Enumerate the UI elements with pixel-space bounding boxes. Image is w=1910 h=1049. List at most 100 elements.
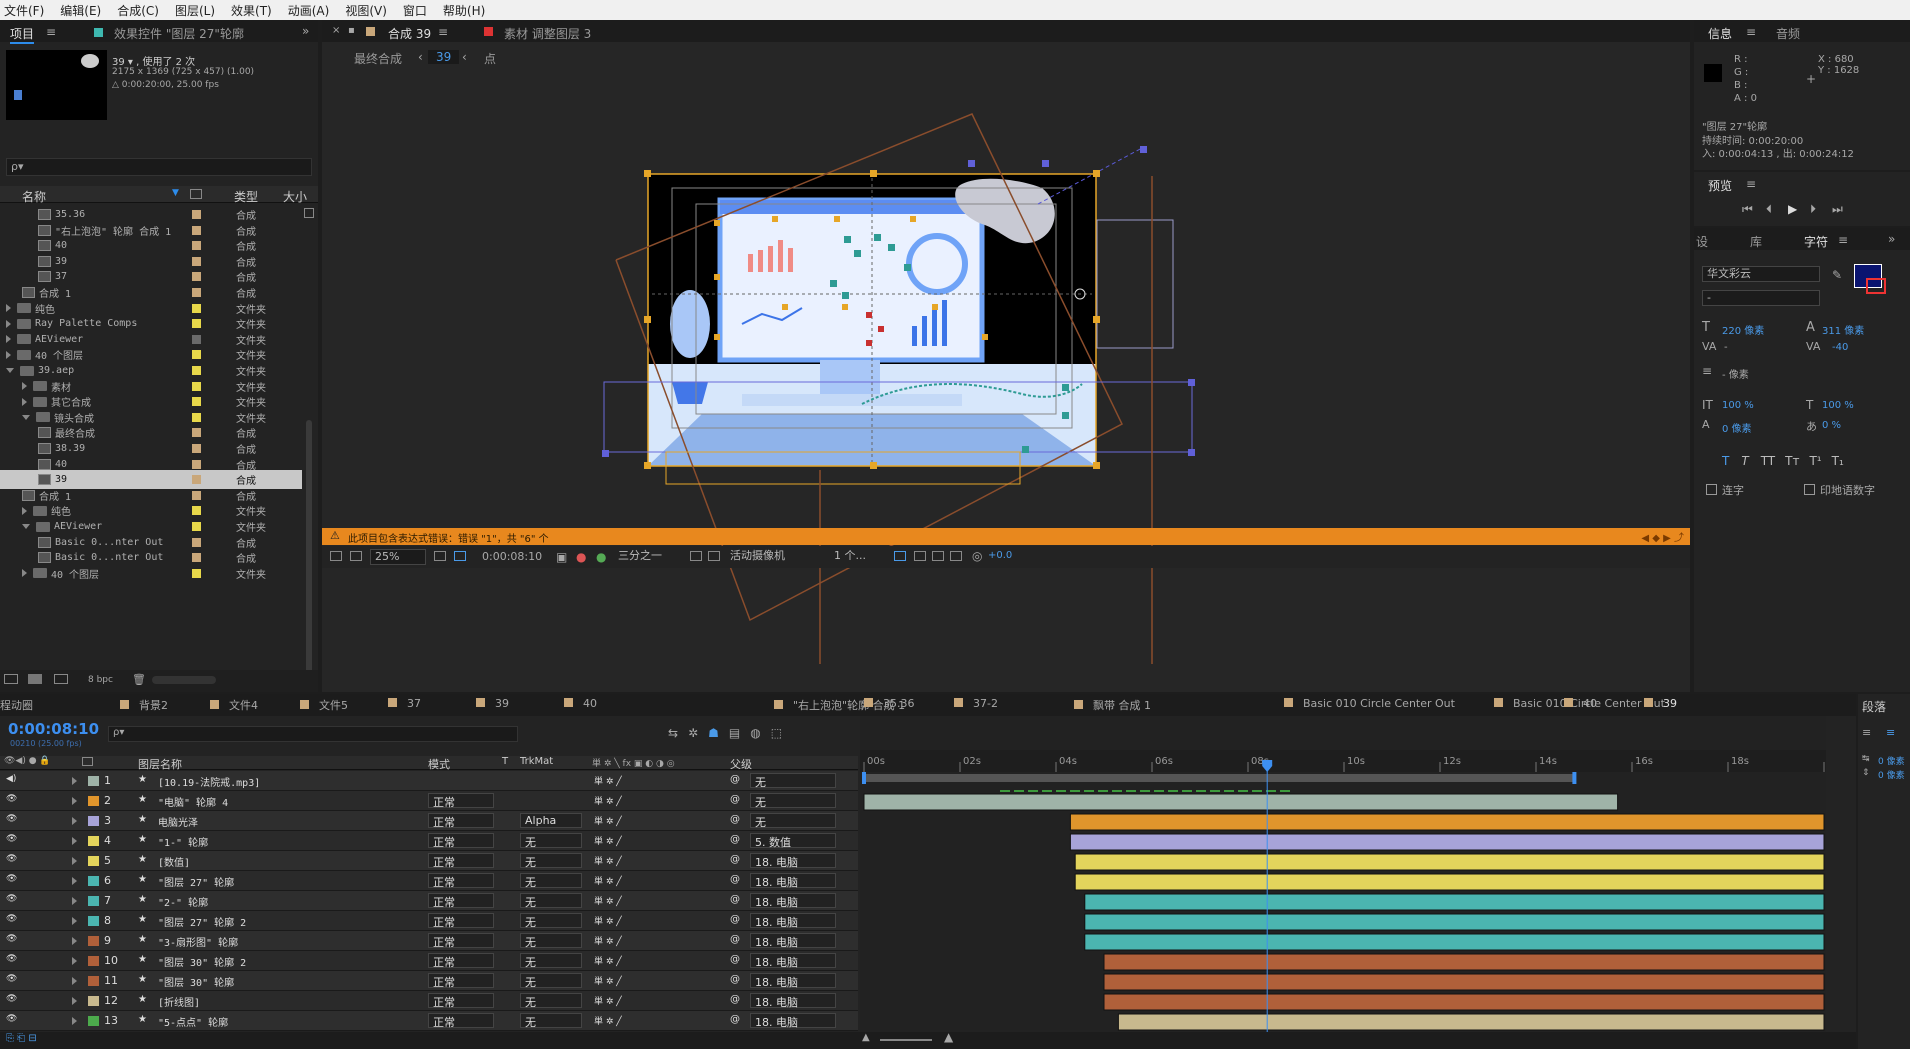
label-swatch[interactable] — [88, 816, 99, 826]
expand-icon[interactable]: » — [1888, 232, 1895, 246]
eye-icon[interactable]: 👁 — [6, 934, 17, 944]
eye-icon[interactable]: 👁 — [6, 834, 17, 844]
menu-icon[interactable]: ≡ — [46, 25, 56, 39]
parent-select[interactable]: 18. 电脑 — [750, 1013, 836, 1029]
label-swatch[interactable] — [192, 568, 201, 578]
layer-bar[interactable] — [1084, 933, 1825, 951]
kerning[interactable]: - — [1724, 342, 1728, 353]
layer-switches[interactable]: 単 ✲ ╱ — [594, 834, 622, 847]
label-swatch[interactable] — [192, 412, 201, 422]
timeline-tab[interactable]: 背景2 — [120, 697, 168, 713]
thumb-slider[interactable] — [152, 676, 216, 684]
label-swatch[interactable] — [192, 303, 201, 313]
layer-row[interactable]: 👁 3 ★ 电脑光泽 正常 Alpha 単 ✲ ╱ @ 无 — [0, 811, 858, 831]
parent-select[interactable]: 无 — [750, 813, 836, 829]
trkmat-select[interactable]: 无 — [520, 853, 582, 869]
mode-select[interactable]: 正常 — [428, 893, 494, 909]
expand-icon[interactable] — [72, 977, 77, 985]
eye-icon[interactable]: 👁 — [6, 894, 17, 904]
timeline-tab[interactable]: 37-2 — [954, 697, 998, 710]
camera-select[interactable]: 活动摄像机 — [726, 549, 824, 565]
stroke-width[interactable]: - 像素 — [1722, 366, 1749, 381]
exposure-value[interactable]: +0.0 — [988, 550, 1012, 561]
project-item[interactable]: 40 个图层 文件夹 — [0, 564, 302, 583]
layer-switches[interactable]: 単 ✲ ╱ — [594, 994, 622, 1007]
layer-switches[interactable]: 単 ✲ ╱ — [594, 794, 622, 807]
trkmat-select[interactable]: 无 — [520, 953, 582, 969]
tab-footage[interactable]: 素材 调整图层 3 — [504, 25, 591, 42]
timeline-tab[interactable]: 文件5 — [300, 697, 348, 713]
parent-select[interactable]: 18. 电脑 — [750, 953, 836, 969]
menu-icon[interactable]: ≡ — [1746, 25, 1756, 39]
trkmat-select[interactable]: 无 — [520, 973, 582, 989]
timeline-tab[interactable]: 39 — [476, 697, 509, 710]
layer-row[interactable]: 👁 11 ★ "图层 30" 轮廓 正常 无単 ✲ ╱ @18. 电脑 — [0, 971, 858, 991]
label-swatch[interactable] — [192, 350, 201, 360]
mode-select[interactable]: 正常 — [428, 873, 494, 889]
tab-preview[interactable]: 预览 — [1708, 177, 1732, 194]
mode-select[interactable]: 正常 — [428, 813, 494, 829]
current-time[interactable]: 0:00:08:10 — [8, 720, 99, 738]
label-swatch[interactable] — [88, 856, 99, 866]
trkmat-select[interactable]: 无 — [520, 1013, 582, 1029]
eye-icon[interactable]: 👁 — [6, 814, 17, 824]
scrollbar[interactable] — [306, 420, 312, 680]
tab-info[interactable]: 信息 — [1708, 25, 1732, 42]
draft-3d-icon[interactable]: ✲ — [688, 726, 698, 740]
render-icon[interactable] — [914, 551, 926, 561]
align-left-icon[interactable]: ≡ — [1862, 726, 1871, 739]
zoom-select[interactable]: 25% — [370, 549, 426, 565]
layer-row[interactable]: ◀) 1 ★ [10.19-法院戒.mp3] 単 ✲ ╱ @ 无 — [0, 771, 858, 791]
search-input[interactable]: ρ▾ — [6, 158, 312, 176]
trkmat-select[interactable]: 无 — [520, 913, 582, 929]
hindi-digits-checkbox[interactable] — [1804, 484, 1815, 495]
label-swatch[interactable] — [192, 428, 201, 438]
label-swatch[interactable] — [192, 490, 201, 500]
style-select[interactable]: - — [1702, 290, 1820, 306]
label-swatch[interactable] — [88, 896, 99, 906]
comp-canvas[interactable] — [322, 64, 1690, 664]
parent-select[interactable]: 18. 电脑 — [750, 893, 836, 909]
layer-bar[interactable] — [1117, 1013, 1825, 1031]
menu-item[interactable]: 图层(L) — [175, 2, 215, 19]
layer-name[interactable]: [10.19-法院戒.mp3] — [158, 774, 260, 789]
work-area-bar[interactable] — [864, 774, 1575, 782]
layer-name[interactable]: "3-扇形图" 轮廓 — [158, 934, 238, 949]
label-swatch[interactable] — [88, 1016, 99, 1026]
expand-icon[interactable] — [72, 997, 77, 1005]
mode-select[interactable]: 正常 — [428, 1013, 494, 1029]
expand-icon[interactable] — [6, 304, 11, 313]
faux-bold-button[interactable]: T — [1722, 454, 1729, 468]
pickwhip-icon[interactable]: @ — [730, 834, 740, 845]
label-swatch[interactable] — [192, 334, 201, 344]
align-center-icon[interactable]: ≡ — [1886, 726, 1895, 739]
mode-select[interactable]: 正常 — [428, 933, 494, 949]
toggle-switches-icon[interactable]: ⎘ ⎗ ⊟ — [6, 1033, 37, 1044]
zoom-slider[interactable] — [880, 1039, 932, 1041]
shy-icon[interactable]: ☗ — [708, 726, 719, 740]
leading[interactable]: 311 像素 — [1822, 322, 1864, 337]
flowchart-icon[interactable] — [932, 551, 944, 561]
label-swatch[interactable] — [192, 366, 201, 375]
play-icon[interactable]: ▶ — [1788, 202, 1797, 216]
layer-bar[interactable] — [1074, 873, 1825, 891]
layer-row[interactable]: 👁 5 ★ [数值] 正常 无単 ✲ ╱ @18. 电脑 — [0, 851, 858, 871]
layer-name[interactable]: "2-" 轮廓 — [158, 894, 208, 909]
expand-icon[interactable] — [72, 937, 77, 945]
menu-item[interactable]: 帮助(H) — [443, 2, 485, 19]
eye-icon[interactable]: 👁 — [6, 994, 17, 1004]
grid-icon[interactable] — [434, 551, 446, 561]
label-swatch[interactable] — [88, 796, 99, 806]
horizontal-scale[interactable]: 100 % — [1822, 400, 1854, 411]
layer-switches[interactable]: 単 ✲ ╱ — [594, 974, 622, 987]
faux-italic-button[interactable]: T — [1741, 454, 1748, 468]
breadcrumb-39[interactable]: 39 — [428, 50, 460, 64]
font-select[interactable]: 华文彩云 — [1702, 266, 1820, 282]
label-swatch[interactable] — [88, 996, 99, 1006]
layer-name[interactable]: "1-" 轮廓 — [158, 834, 208, 849]
layer-switches[interactable]: 単 ✲ ╱ — [594, 1014, 622, 1027]
expand-icon[interactable] — [6, 319, 11, 328]
layer-switches[interactable]: 単 ✲ ╱ — [594, 914, 622, 927]
interpret-icon[interactable] — [4, 674, 18, 684]
trash-icon[interactable]: 🗑 — [132, 673, 146, 686]
